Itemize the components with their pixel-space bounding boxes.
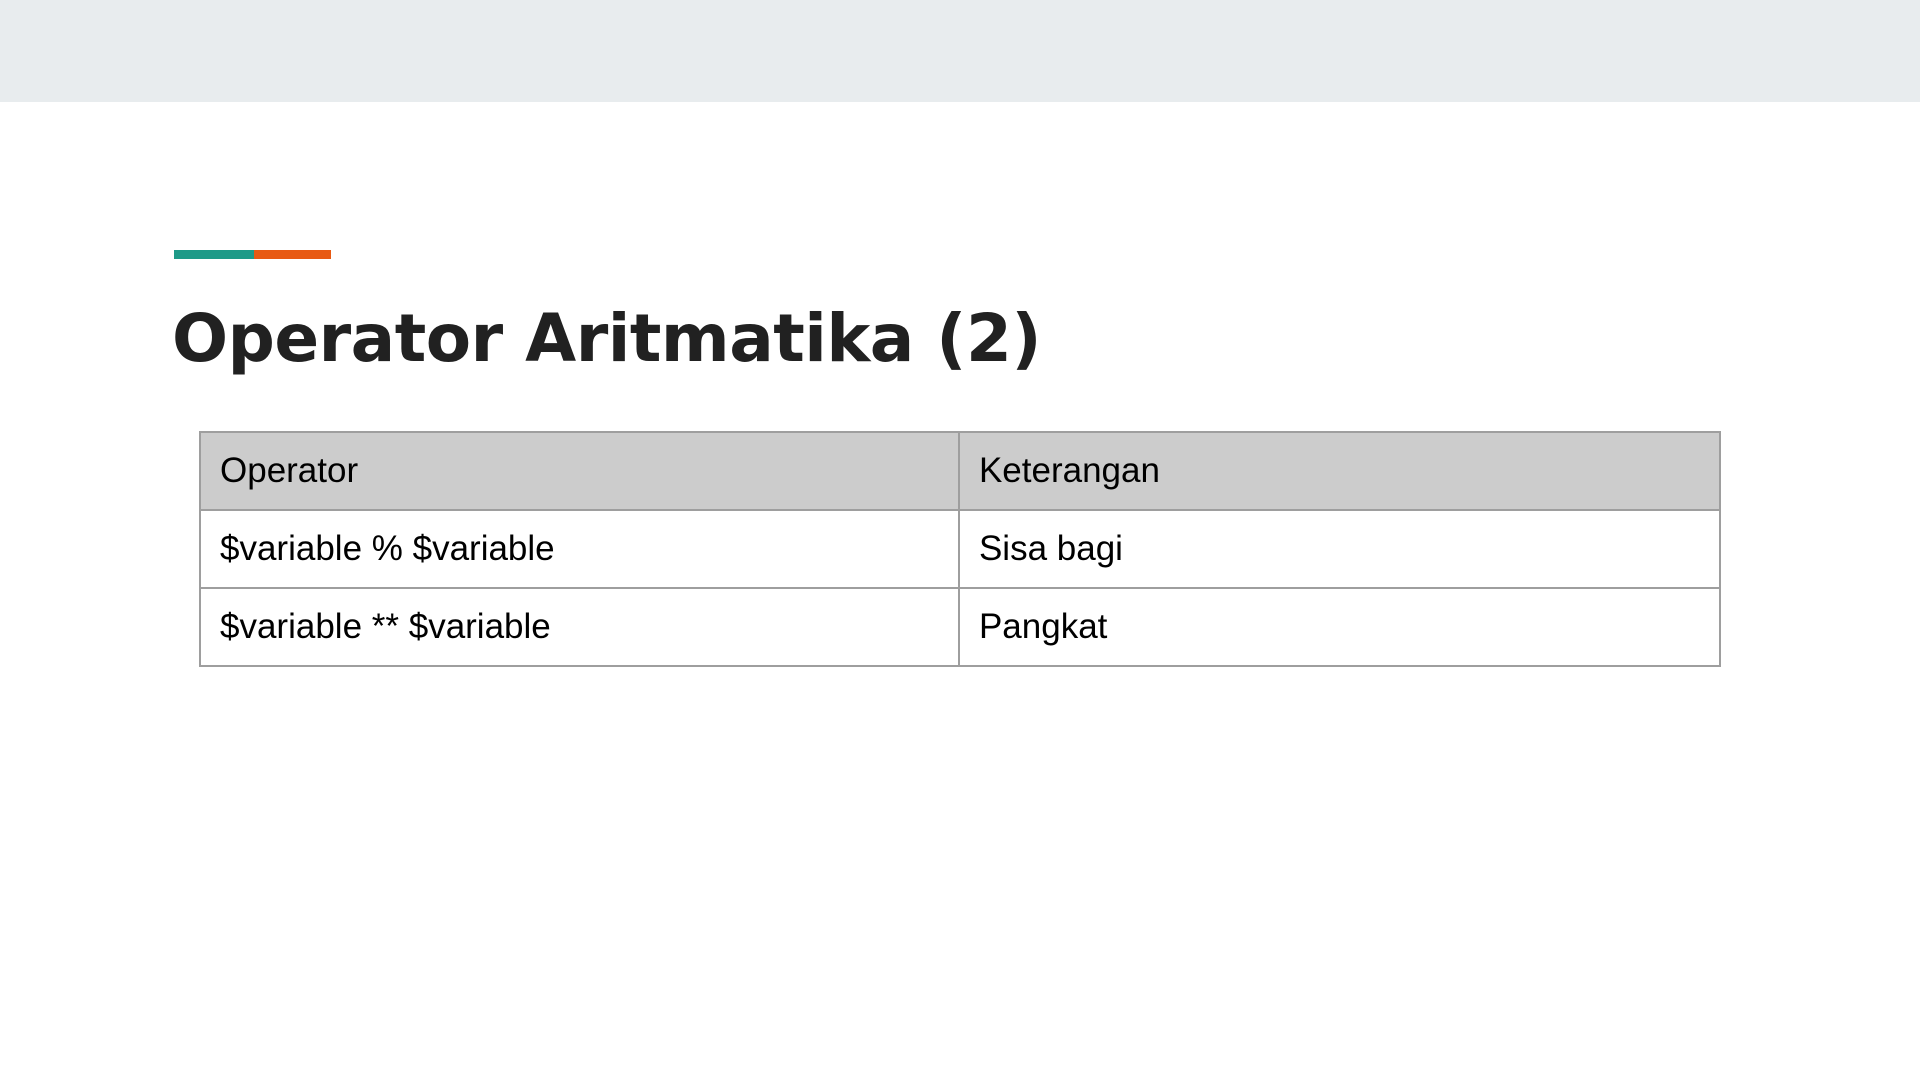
accent-segment-orange — [254, 250, 331, 259]
table-header-row: Operator Keterangan — [199, 431, 1722, 511]
table-row: $variable % $variable Sisa bagi — [199, 509, 1722, 589]
accent-segment-teal — [174, 250, 254, 259]
title-accent-bar — [174, 250, 331, 259]
table-row: $variable ** $variable Pangkat — [199, 587, 1722, 667]
cell-operator: $variable % $variable — [199, 509, 960, 589]
slide-title: Operator Aritmatika (2) — [172, 300, 1042, 377]
cell-keterangan: Sisa bagi — [957, 509, 1722, 589]
top-band — [0, 0, 1920, 102]
operator-table: Operator Keterangan $variable % $variabl… — [199, 431, 1722, 667]
cell-keterangan: Pangkat — [957, 587, 1722, 667]
cell-operator: $variable ** $variable — [199, 587, 960, 667]
header-keterangan: Keterangan — [957, 431, 1722, 511]
header-operator: Operator — [199, 431, 960, 511]
